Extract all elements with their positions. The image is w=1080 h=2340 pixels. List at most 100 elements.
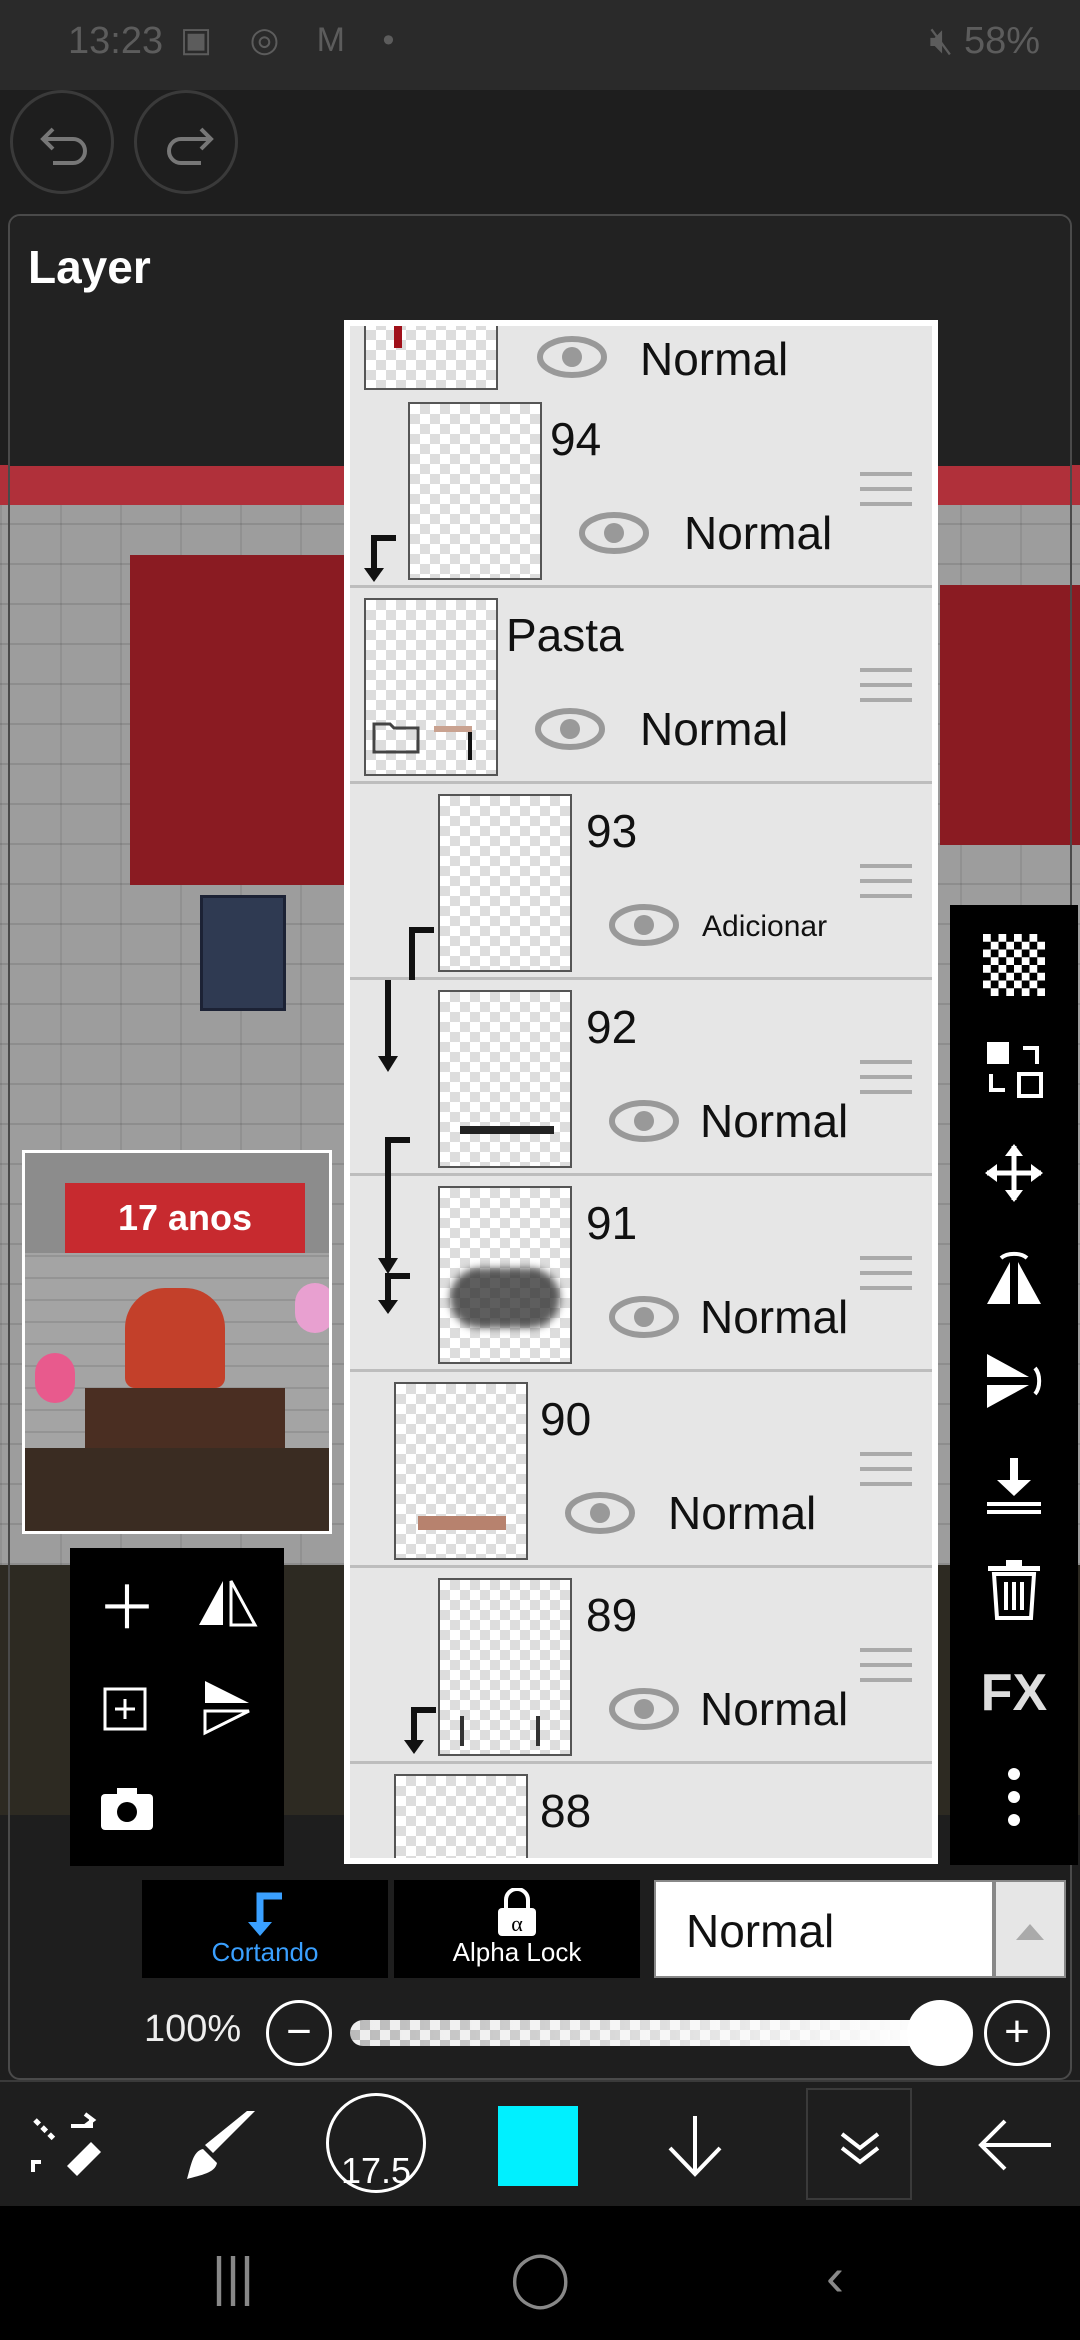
blend-mode-value: Normal xyxy=(686,1905,835,1957)
layer-thumbnail xyxy=(408,402,542,580)
merge-down-button[interactable] xyxy=(950,1433,1078,1537)
canvas-preview[interactable]: 17 anos xyxy=(22,1150,332,1534)
blend-mode-select[interactable]: Normal xyxy=(654,1880,994,1978)
layer-row[interactable]: Normal xyxy=(350,326,932,396)
preview-banner: 17 anos xyxy=(65,1183,305,1253)
layer-blend-mode: Normal xyxy=(640,333,789,385)
clipping-arrow-icon xyxy=(364,535,396,582)
layer-row[interactable]: 93 Adicionar xyxy=(350,784,932,984)
move-icon xyxy=(985,1144,1043,1202)
checker-icon xyxy=(983,934,1045,996)
thumb-mark xyxy=(460,1126,554,1134)
status-right: 🔇︎ 58% xyxy=(929,20,1040,63)
layer-name: 93 xyxy=(586,805,638,857)
opacity-slider[interactable] xyxy=(350,2020,940,2046)
checker-button[interactable] xyxy=(950,913,1078,1017)
folder-clip-icon xyxy=(434,726,472,760)
flip-vertical-button[interactable] xyxy=(950,1329,1078,1433)
visibility-eye-icon[interactable] xyxy=(608,902,680,948)
brush-icon xyxy=(187,2111,255,2179)
move-button[interactable] xyxy=(950,1121,1078,1225)
blend-mode-dropdown-button[interactable] xyxy=(994,1880,1066,1978)
color-swatch[interactable] xyxy=(498,2106,578,2186)
opacity-increase-button[interactable]: + xyxy=(984,2000,1050,2066)
transfer-button[interactable] xyxy=(950,1017,1078,1121)
layer-row[interactable]: 91 Normal xyxy=(350,1137,932,1372)
folder-icon xyxy=(372,722,420,754)
alpha-lock-label: Alpha Lock xyxy=(452,1937,582,1967)
drag-handle-icon[interactable] xyxy=(860,472,912,506)
layer-blend-mode: Normal xyxy=(668,1487,817,1539)
brush-size-indicator[interactable]: 17.5 xyxy=(326,2093,426,2193)
layer-row[interactable]: 89 Normal xyxy=(350,1568,932,1764)
clipping-arrow-icon xyxy=(378,980,398,1072)
layer-row[interactable]: 94 Normal xyxy=(350,392,932,588)
visibility-eye-icon[interactable] xyxy=(608,1686,680,1732)
home-button[interactable]: ◯ xyxy=(510,2246,570,2309)
back-button[interactable]: ‹ xyxy=(826,2246,844,2308)
visibility-eye-icon[interactable] xyxy=(608,1098,680,1144)
folder-row[interactable]: Pasta Normal xyxy=(350,588,932,784)
redo-button[interactable] xyxy=(134,90,238,194)
flip-horizontal-button[interactable] xyxy=(950,1225,1078,1329)
delete-layer-button[interactable] xyxy=(950,1537,1078,1641)
layer-thumbnail xyxy=(438,1186,572,1364)
add-layer-copy-button[interactable] xyxy=(82,1662,172,1752)
clipping-icon xyxy=(248,1892,282,1936)
opacity-slider-knob[interactable] xyxy=(907,2000,973,2066)
layer-thumbnail xyxy=(438,1578,572,1756)
brush-tool-button[interactable] xyxy=(166,2082,276,2208)
layer-list[interactable]: Normal 94 Normal Pasta Normal 93 Adicion… xyxy=(344,320,938,1864)
thumb-mark xyxy=(460,1716,464,1746)
layer-actions: ＋ xyxy=(70,1548,284,1866)
more-options-button[interactable] xyxy=(950,1745,1078,1849)
status-time: 13:23 xyxy=(68,20,164,62)
drag-handle-icon[interactable] xyxy=(860,1452,912,1486)
layer-thumbnail xyxy=(394,1382,528,1560)
layer-row[interactable]: 92 Normal xyxy=(350,980,932,1176)
status-bar: 13:23 ▣ ◎ M • 🔇︎ 58% xyxy=(0,0,1080,90)
recent-apps-button[interactable]: ||| xyxy=(212,2246,254,2308)
drag-handle-icon[interactable] xyxy=(860,1648,912,1682)
transform-tool-button[interactable] xyxy=(10,2082,120,2208)
brush-size-value: 17.5 xyxy=(340,2150,412,2191)
transfer-icon xyxy=(987,1042,1043,1098)
visibility-eye-icon[interactable] xyxy=(564,1490,636,1536)
layer-blend-mode: Normal xyxy=(700,1683,849,1735)
svg-text:α: α xyxy=(511,1911,523,1936)
clipping-button[interactable]: Cortando xyxy=(142,1880,388,1978)
layer-name: 89 xyxy=(586,1589,638,1641)
flip-layer-vertical-button[interactable] xyxy=(182,1662,272,1752)
camera-button[interactable] xyxy=(82,1764,172,1854)
visibility-eye-icon[interactable] xyxy=(536,334,608,380)
drag-handle-icon[interactable] xyxy=(860,1060,912,1094)
undo-button[interactable] xyxy=(10,90,114,194)
clipping-arrow-icon xyxy=(404,1707,436,1754)
preview-character xyxy=(125,1288,225,1388)
layer-list-inner: Normal 94 Normal Pasta Normal 93 Adicion… xyxy=(350,326,932,1858)
back-arrow-button[interactable] xyxy=(960,2082,1070,2208)
drag-handle-icon[interactable] xyxy=(860,864,912,898)
layer-thumbnail xyxy=(438,794,572,972)
camera-icon xyxy=(101,1788,153,1830)
layer-row[interactable]: 88 xyxy=(350,1764,932,1858)
layer-down-button[interactable] xyxy=(640,2082,750,2208)
opacity-decrease-button[interactable]: − xyxy=(266,2000,332,2066)
drag-handle-icon[interactable] xyxy=(860,1256,912,1290)
add-layer-button[interactable]: ＋ xyxy=(82,1558,172,1648)
flip-horizontal-icon xyxy=(987,1251,1041,1304)
fx-button[interactable]: FX xyxy=(950,1641,1078,1745)
layer-thumbnail xyxy=(364,326,498,390)
drag-handle-icon[interactable] xyxy=(860,668,912,702)
expand-toolbar-button[interactable] xyxy=(806,2088,912,2200)
layer-row[interactable]: 90 Normal xyxy=(350,1372,932,1568)
visibility-eye-icon[interactable] xyxy=(534,706,606,752)
trash-icon xyxy=(988,1560,1040,1620)
visibility-eye-icon[interactable] xyxy=(608,1294,680,1340)
preview-table xyxy=(85,1388,285,1448)
redo-icon xyxy=(167,127,214,165)
thumb-shadow xyxy=(450,1268,560,1328)
alpha-lock-button[interactable]: α Alpha Lock xyxy=(394,1880,640,1978)
visibility-eye-icon[interactable] xyxy=(578,510,650,556)
flip-layer-horizontal-button[interactable] xyxy=(182,1558,272,1648)
